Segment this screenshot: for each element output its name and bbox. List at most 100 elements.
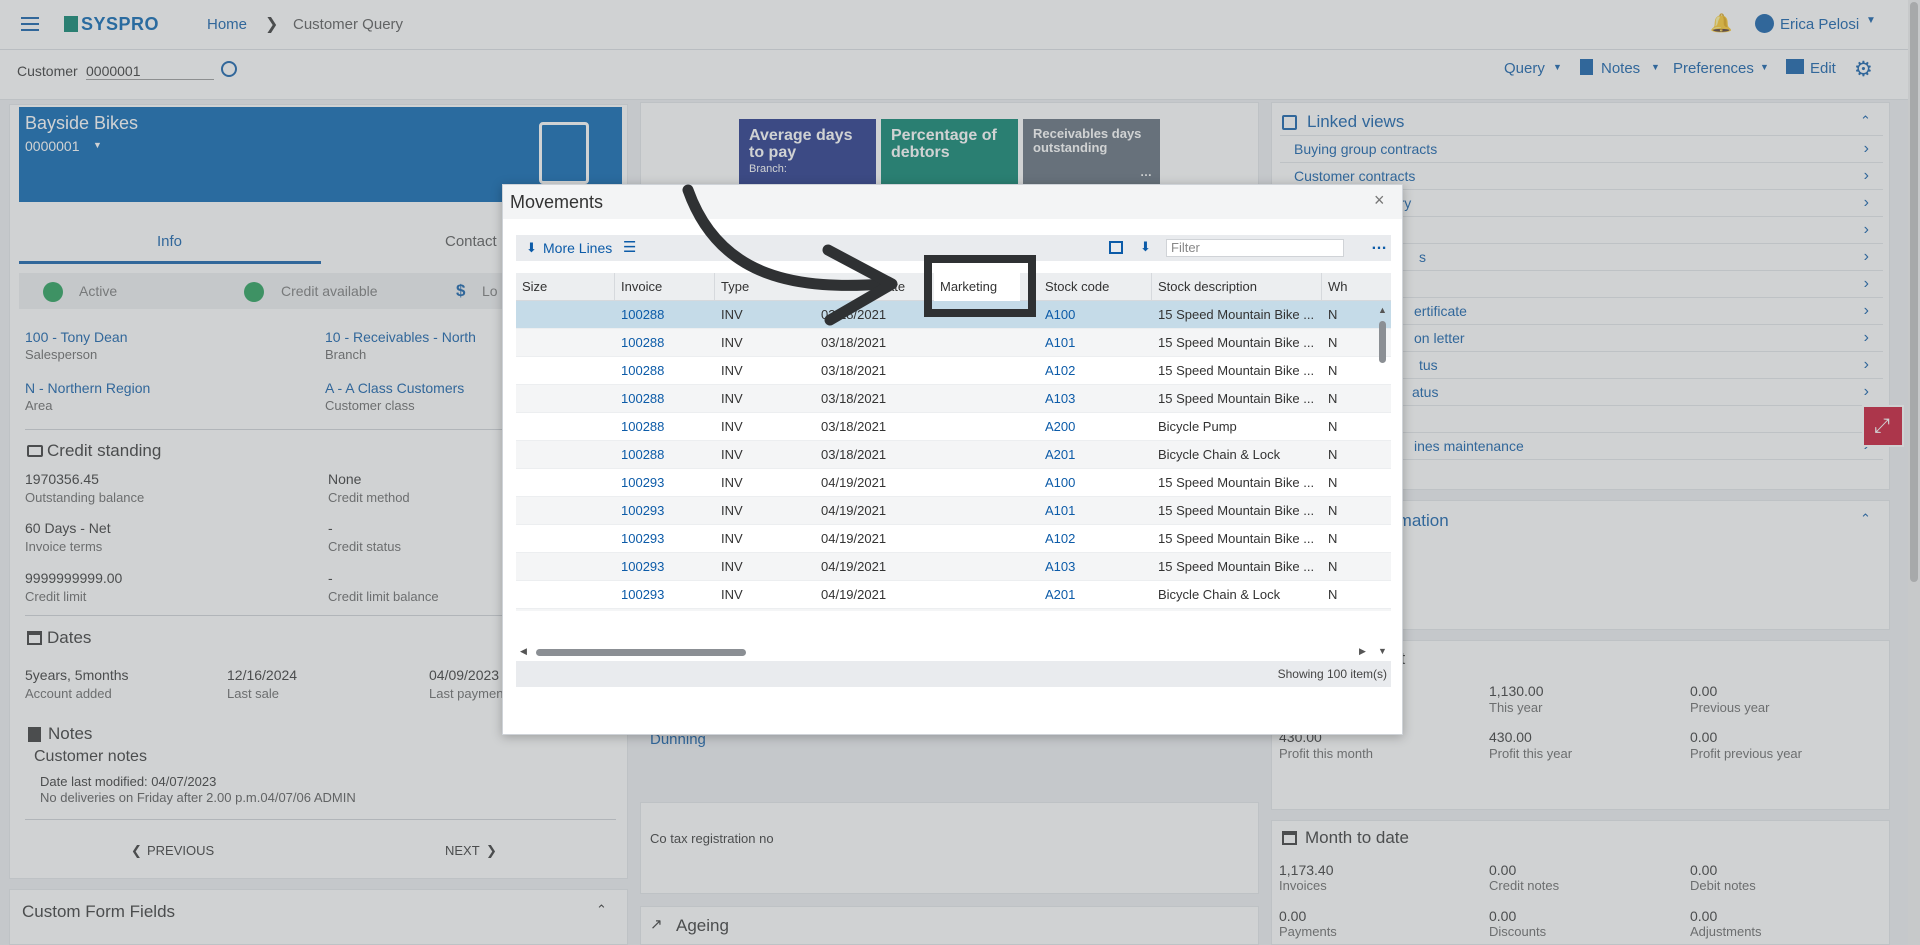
- cell-stock-description: 15 Speed Mountain Bike ...: [1158, 531, 1315, 546]
- cell-warehouse: N: [1328, 609, 1368, 611]
- cell-invoice[interactable]: 100299: [621, 609, 711, 611]
- dialog-title: Movements: [510, 192, 604, 212]
- cell-date: 04/19/2021: [821, 559, 887, 574]
- cell-date: 04/22/2021: [821, 609, 921, 611]
- grid-scroll-up-icon[interactable]: ▲: [1378, 305, 1387, 315]
- export-icon[interactable]: [1109, 241, 1123, 254]
- scroll-right-icon[interactable]: ▶: [1359, 646, 1366, 657]
- column-header-size[interactable]: Size: [516, 273, 615, 301]
- cell-warehouse: N: [1328, 475, 1338, 490]
- close-icon[interactable]: ×: [1374, 190, 1385, 211]
- table-row[interactable]: 100293 INV 04/19/2021 A102 15 Speed Mountain…: [516, 525, 1391, 553]
- column-chooser-icon[interactable]: ☰: [623, 238, 636, 256]
- cell-warehouse: N: [1328, 447, 1338, 462]
- cell-invoice[interactable]: 100293: [621, 497, 711, 525]
- annotation-arrow: [682, 184, 898, 326]
- cell-stock-description: 15 Speed Mountain Bike ...: [1158, 391, 1315, 406]
- cell-date: 03/18/2021: [821, 363, 887, 378]
- table-row[interactable]: 100293 INV 04/19/2021 A201 Bicycle Chain & L…: [516, 581, 1391, 609]
- grid-horizontal-scrollbar-thumb[interactable]: [536, 649, 746, 656]
- cell-type: INV: [721, 419, 743, 434]
- cell-stock-description: Bicycle Chain & Lock: [1158, 587, 1281, 602]
- cell-date: 03/18/2021: [821, 391, 887, 406]
- cell-stock-description: 15 Speed Mountain Bike ...: [1158, 503, 1315, 518]
- cell-stock-code[interactable]: A101: [1045, 497, 1145, 525]
- cell-type: INV: [721, 587, 743, 602]
- cell-stock-code[interactable]: A100: [1045, 609, 1145, 611]
- cell-stock-code[interactable]: A201: [1045, 581, 1145, 609]
- cell-invoice[interactable]: 100288: [621, 413, 711, 441]
- cell-stock-code[interactable]: A100: [1045, 469, 1145, 497]
- cell-invoice[interactable]: 100293: [621, 469, 711, 497]
- cell-invoice[interactable]: 100293: [621, 581, 711, 609]
- cell-type: INV: [721, 475, 743, 490]
- item-count: Showing 100 item(s): [1277, 667, 1387, 681]
- cell-invoice[interactable]: 100288: [621, 385, 711, 413]
- cell-stock-description: Bicycle Chain & Lock: [1158, 447, 1281, 462]
- table-row[interactable]: 100288 INV 03/18/2021 A101 15 Speed Mountain…: [516, 329, 1391, 357]
- cell-stock-description: 15 Speed Mountain Bike ...: [1158, 335, 1315, 350]
- cell-stock-description: 15 Speed Mountain Bike ...: [1158, 609, 1318, 611]
- cell-stock-description: Bicycle Pump: [1158, 419, 1237, 434]
- table-row[interactable]: 100293 INV 04/19/2021 A101 15 Speed Mountain…: [516, 497, 1391, 525]
- movements-grid: Size Invoice Type ate Marketing Stock co…: [516, 273, 1391, 611]
- grid-status-bar: Showing 100 item(s): [516, 661, 1391, 687]
- table-row[interactable]: 100288 INV 03/18/2021 A102 15 Speed Mountain…: [516, 357, 1391, 385]
- cell-stock-code[interactable]: A201: [1045, 441, 1145, 469]
- filter-input[interactable]: Filter: [1166, 239, 1344, 257]
- cell-warehouse: N: [1328, 363, 1338, 378]
- table-row[interactable]: 100293 INV 04/19/2021 A100 15 Speed Mountain…: [516, 469, 1391, 497]
- table-row[interactable]: 100299 INV 04/22/2021 A100 15 Speed Mountain…: [516, 609, 1391, 611]
- cell-warehouse: N: [1328, 419, 1338, 434]
- cell-stock-code[interactable]: A102: [1045, 525, 1145, 553]
- cell-date: 04/19/2021: [821, 587, 887, 602]
- table-row[interactable]: 100288 INV 03/18/2021 A200 Bicycle Pump N: [516, 413, 1391, 441]
- cell-stock-code[interactable]: A200: [1045, 413, 1145, 441]
- download-icon[interactable]: ⬇: [1140, 239, 1151, 255]
- column-header-stock-code[interactable]: Stock code: [1039, 273, 1152, 301]
- cell-type: INV: [721, 447, 743, 462]
- marketing-highlight-box: [924, 255, 1036, 317]
- cell-type: INV: [721, 503, 743, 518]
- cell-invoice[interactable]: 100293: [621, 525, 711, 553]
- column-header-warehouse[interactable]: Wh: [1322, 273, 1372, 301]
- cell-warehouse: N: [1328, 391, 1338, 406]
- cell-warehouse: N: [1328, 307, 1338, 322]
- cell-stock-code[interactable]: A103: [1045, 553, 1145, 581]
- cell-type: INV: [721, 531, 743, 546]
- column-header-stock-description[interactable]: Stock description: [1152, 273, 1322, 301]
- cell-stock-description: 15 Speed Mountain Bike ...: [1158, 559, 1315, 574]
- cell-date: 04/19/2021: [821, 503, 887, 518]
- cell-warehouse: N: [1328, 531, 1338, 546]
- cell-stock-description: 15 Speed Mountain Bike ...: [1158, 475, 1315, 490]
- cell-warehouse: N: [1328, 335, 1338, 350]
- cell-type: INV: [721, 609, 811, 611]
- table-row[interactable]: 100288 INV 03/18/2021 A201 Bicycle Chain & L…: [516, 441, 1391, 469]
- table-row[interactable]: 100293 INV 04/19/2021 A103 15 Speed Mountain…: [516, 553, 1391, 581]
- cell-stock-description: 15 Speed Mountain Bike ...: [1158, 363, 1315, 378]
- download-icon[interactable]: ⬇: [526, 240, 537, 256]
- cell-date: 03/18/2021: [821, 419, 887, 434]
- dialog-header: Movements ×: [503, 185, 1402, 219]
- cell-stock-code[interactable]: A101: [1045, 329, 1145, 357]
- cell-invoice[interactable]: 100288: [621, 357, 711, 385]
- cell-stock-description: 15 Speed Mountain Bike ...: [1158, 307, 1315, 322]
- more-lines-button[interactable]: More Lines: [543, 240, 612, 256]
- cell-stock-code[interactable]: A100: [1045, 301, 1145, 329]
- cell-stock-code[interactable]: A103: [1045, 385, 1145, 413]
- cell-date: 04/19/2021: [821, 475, 887, 490]
- cell-type: INV: [721, 559, 743, 574]
- scroll-down-icon[interactable]: ▼: [1378, 646, 1387, 656]
- cell-stock-code[interactable]: A102: [1045, 357, 1145, 385]
- scroll-left-icon[interactable]: ◀: [520, 646, 527, 657]
- grid-vertical-scrollbar-thumb[interactable]: [1379, 321, 1386, 363]
- grid-body: 100288 INV 03/18/2021 A100 15 Speed Mountain…: [516, 301, 1391, 611]
- cell-type: INV: [721, 363, 743, 378]
- cell-invoice[interactable]: 100293: [621, 553, 711, 581]
- cell-invoice[interactable]: 100288: [621, 441, 711, 469]
- more-options-icon[interactable]: …: [1371, 236, 1387, 254]
- grid-horizontal-scrollbar[interactable]: ◀ ▶ ▼: [516, 646, 1391, 660]
- table-row[interactable]: 100288 INV 03/18/2021 A103 15 Speed Mountain…: [516, 385, 1391, 413]
- cell-date: 03/18/2021: [821, 447, 887, 462]
- cell-warehouse: N: [1328, 503, 1338, 518]
